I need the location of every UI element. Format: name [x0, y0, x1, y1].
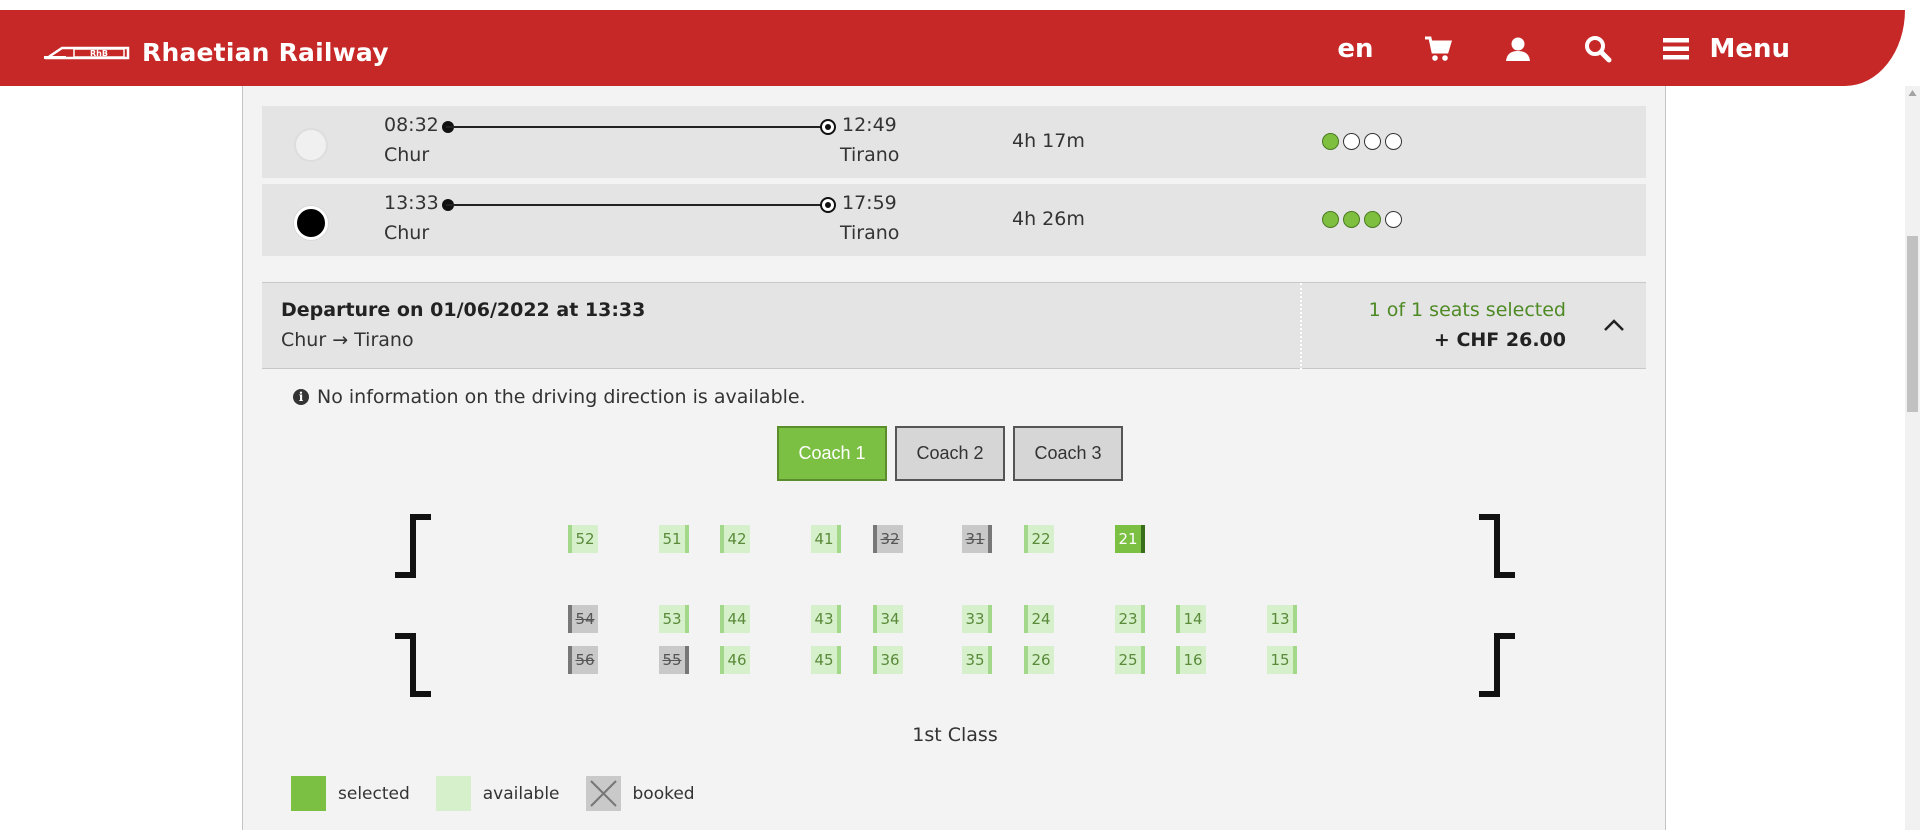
departure-route: Chur → Tirano: [281, 329, 414, 351]
scroll-up-arrow-icon[interactable]: [1905, 86, 1920, 101]
seat[interactable]: 42: [720, 525, 750, 553]
class-label: 1st Class: [912, 724, 998, 746]
seat[interactable]: 44: [720, 605, 750, 633]
seat-selected[interactable]: 21: [1115, 525, 1145, 553]
tab-coach-2[interactable]: Coach 2: [895, 426, 1005, 481]
seat-booked: 56: [568, 646, 598, 674]
rhb-logo-icon: RhB: [44, 46, 130, 59]
legend-available-swatch: [435, 776, 471, 811]
seat[interactable]: 22: [1024, 525, 1054, 553]
seat[interactable]: 33: [962, 605, 992, 633]
departure-title: Departure on 01/06/2022 at 13:33: [281, 299, 646, 321]
route-end-dot: [820, 197, 836, 213]
arrival-station: Tirano: [840, 144, 900, 166]
seat[interactable]: 25: [1115, 646, 1145, 674]
brand-name[interactable]: Rhaetian Railway: [142, 38, 389, 67]
departure-station: Chur: [384, 144, 430, 166]
route-end-dot: [820, 119, 836, 135]
departure-station: Chur: [384, 222, 430, 244]
seat[interactable]: 52: [568, 525, 598, 553]
occupancy-dot: [1343, 211, 1360, 228]
driving-direction-info: i No information on the driving directio…: [293, 386, 806, 408]
page-scrollbar[interactable]: [1905, 86, 1920, 830]
summary-divider: [1300, 283, 1302, 370]
seat[interactable]: 36: [873, 646, 903, 674]
cart-icon[interactable]: [1423, 34, 1453, 64]
brand-logo[interactable]: RhB Rhaetian Railway: [44, 38, 389, 67]
seat[interactable]: 43: [811, 605, 841, 633]
door-right-top-icon: [1479, 514, 1515, 578]
departure-time: 08:32: [384, 114, 439, 136]
departure-summary[interactable]: Departure on 01/06/2022 at 13:33 Chur → …: [262, 282, 1646, 370]
occupancy-dot: [1322, 211, 1339, 228]
seats-selected-count: 1 of 1 seats selected: [1368, 299, 1566, 321]
seat[interactable]: 34: [873, 605, 903, 633]
seat[interactable]: 24: [1024, 605, 1054, 633]
tab-coach-1[interactable]: Coach 1: [777, 426, 887, 481]
seat-legend: selected available booked: [291, 776, 721, 811]
seat[interactable]: 35: [962, 646, 992, 674]
seat[interactable]: 45: [811, 646, 841, 674]
menu-label: Menu: [1709, 34, 1790, 64]
tab-coach-3[interactable]: Coach 3: [1013, 426, 1123, 481]
seat[interactable]: 14: [1176, 605, 1206, 633]
seat-booked: 55: [659, 646, 689, 674]
seat[interactable]: 16: [1176, 646, 1206, 674]
duration: 4h 17m: [1012, 130, 1085, 152]
seat[interactable]: 53: [659, 605, 689, 633]
seat-price: + CHF 26.00: [1433, 329, 1566, 351]
occupancy-dot: [1364, 211, 1381, 228]
occupancy-dot: [1343, 133, 1360, 150]
occupancy-indicator: [1322, 133, 1402, 150]
legend-available-label: available: [482, 783, 560, 804]
seat-booked: 32: [873, 525, 903, 553]
seat-booked: 31: [962, 525, 992, 553]
chevron-up-icon[interactable]: [1600, 313, 1628, 337]
legend-booked-swatch: [585, 776, 621, 811]
seat[interactable]: 13: [1267, 605, 1297, 633]
occupancy-indicator: [1322, 211, 1402, 228]
user-icon[interactable]: [1503, 34, 1533, 64]
departure-time: 13:33: [384, 192, 439, 214]
seat[interactable]: 51: [659, 525, 689, 553]
connection-row[interactable]: 08:32 Chur 12:49 Tirano 4h 17m: [262, 106, 1646, 178]
legend-selected-label: selected: [338, 783, 410, 804]
door-right-bottom-icon: [1479, 633, 1515, 697]
door-left-bottom-icon: [395, 633, 431, 697]
info-text: No information on the driving direction …: [317, 386, 806, 408]
site-header: RhB Rhaetian Railway en Menu: [0, 10, 1905, 86]
occupancy-dot: [1364, 133, 1381, 150]
seat[interactable]: 15: [1267, 646, 1297, 674]
connection-row[interactable]: 13:33 Chur 17:59 Tirano 4h 26m: [262, 184, 1646, 256]
seat[interactable]: 26: [1024, 646, 1054, 674]
language-switch[interactable]: en: [1337, 34, 1373, 64]
connection-radio-selected[interactable]: [294, 206, 328, 240]
logo-mark-text: RhB: [90, 49, 108, 58]
door-left-top-icon: [395, 514, 431, 578]
seat[interactable]: 46: [720, 646, 750, 674]
top-strip: [0, 0, 1920, 10]
arrival-time: 12:49: [842, 114, 897, 136]
occupancy-dot: [1322, 133, 1339, 150]
duration: 4h 26m: [1012, 208, 1085, 230]
seat[interactable]: 41: [811, 525, 841, 553]
seat-booked: 54: [568, 605, 598, 633]
booking-panel: 08:32 Chur 12:49 Tirano 4h 17m 13:33 Chu…: [242, 86, 1666, 830]
coach-tabs: Coach 1 Coach 2 Coach 3: [777, 426, 1123, 481]
arrival-time: 17:59: [842, 192, 897, 214]
arrival-station: Tirano: [840, 222, 900, 244]
route-line: [446, 126, 826, 128]
info-icon: i: [293, 389, 309, 405]
scrollbar-thumb[interactable]: [1907, 236, 1918, 412]
search-icon[interactable]: [1583, 34, 1613, 64]
occupancy-dot: [1385, 133, 1402, 150]
seat[interactable]: 23: [1115, 605, 1145, 633]
route-line: [446, 204, 826, 206]
menu-button[interactable]: Menu: [1663, 34, 1790, 64]
connection-radio[interactable]: [294, 128, 328, 162]
legend-booked-label: booked: [632, 783, 695, 804]
occupancy-dot: [1385, 211, 1402, 228]
legend-selected-swatch: [291, 776, 326, 811]
menu-icon: [1663, 38, 1690, 60]
